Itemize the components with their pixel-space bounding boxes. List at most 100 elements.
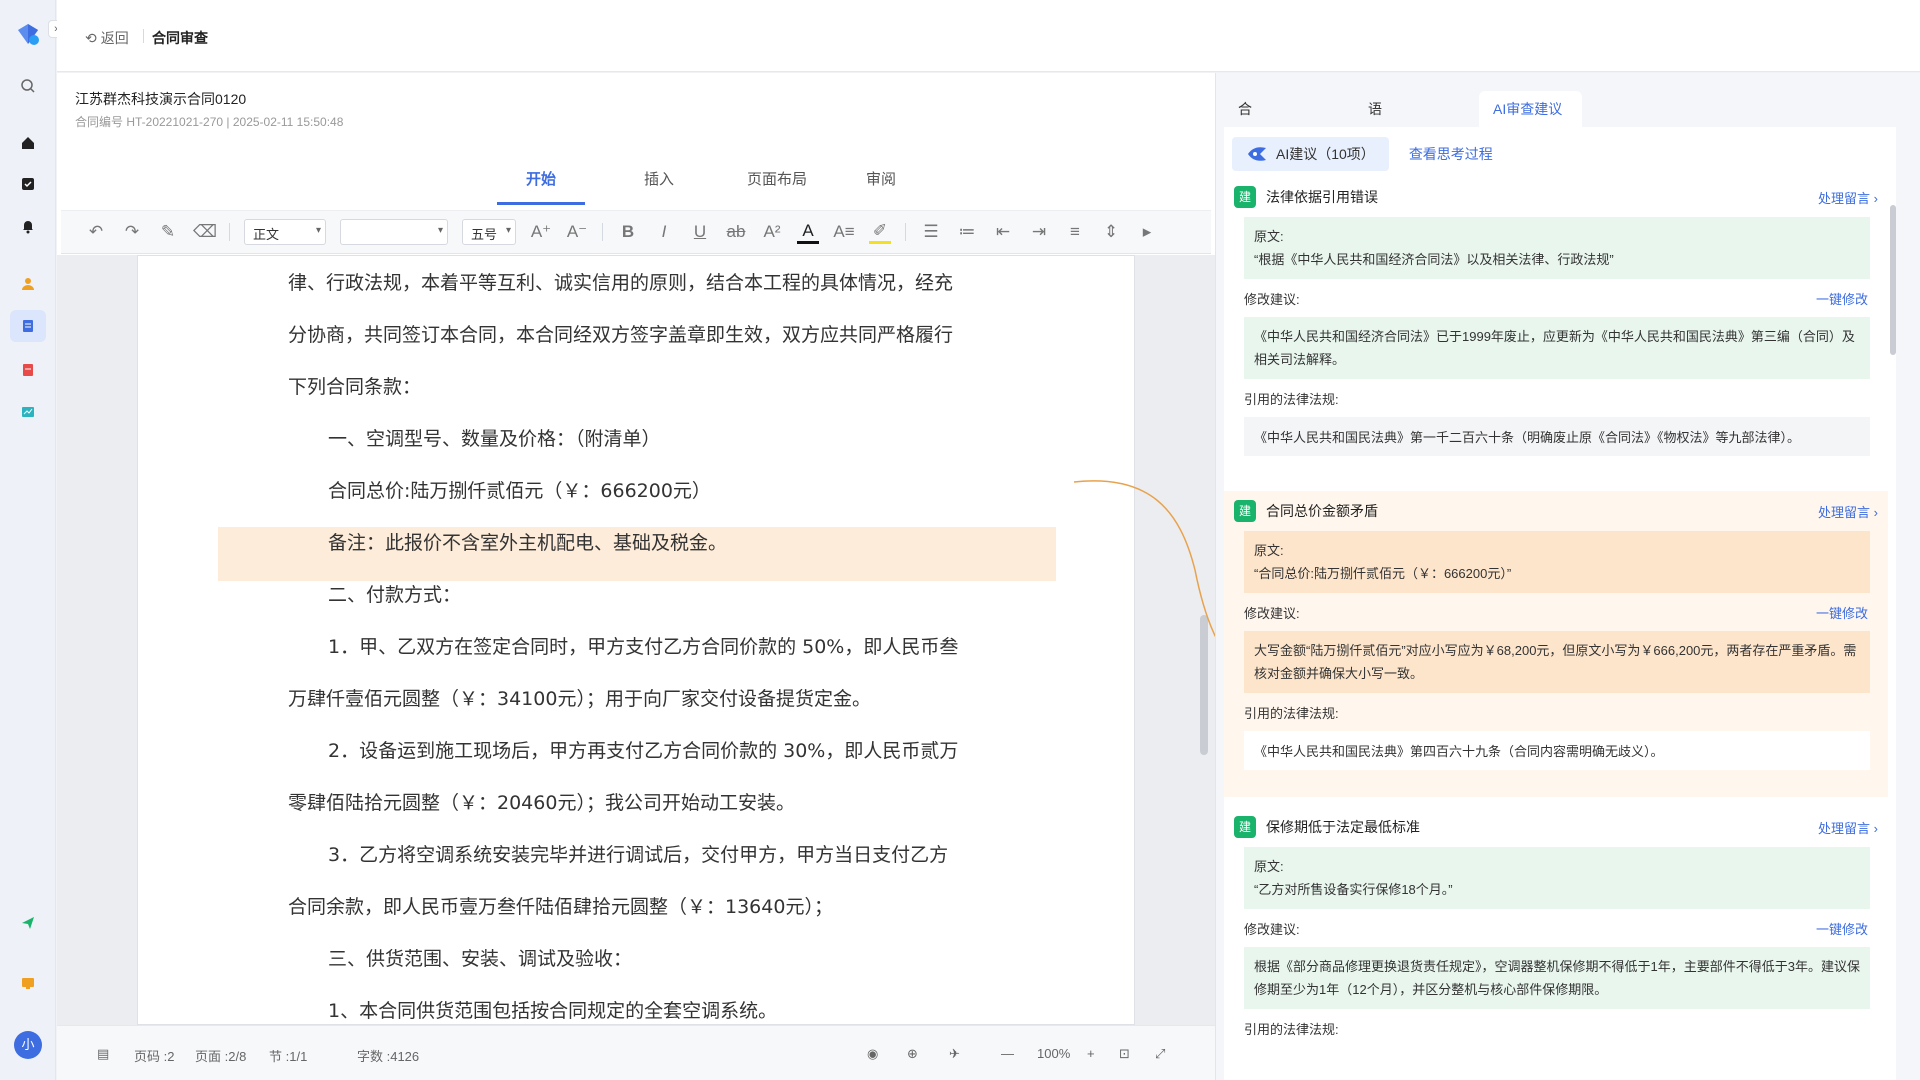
font-shrink-icon[interactable]: A⁻	[566, 222, 588, 242]
more-tools-icon[interactable]: ▸	[1136, 222, 1158, 242]
app-logo-icon[interactable]	[14, 20, 42, 48]
tab-insert[interactable]: 插入	[615, 165, 703, 205]
ai-panel-scrollbar[interactable]	[1890, 205, 1896, 355]
format-painter-icon[interactable]: ✎	[157, 222, 179, 242]
zoom-level: 100%	[1037, 1046, 1071, 1061]
read-mode-icon[interactable]: ◉	[867, 1046, 878, 1062]
law-label: 引用的法律法规:	[1244, 705, 1339, 721]
underline-icon[interactable]: U	[689, 222, 711, 242]
original-text: “根据《中华人民共和国经济合同法》以及相关法律、行政法规”	[1254, 252, 1614, 267]
document-page[interactable]: 律、行政法规，本着平等互利、诚实信用的原则，结合本工程的具体情况，经充 分协商，…	[137, 255, 1135, 1025]
eraser-icon[interactable]: ⌫	[193, 222, 217, 242]
suggestion-badge: 建	[1234, 500, 1256, 522]
app-sidebar: › 小	[0, 0, 64, 1080]
italic-icon[interactable]: I	[653, 222, 675, 242]
top-bar: ⟲ 返回 合同审查	[57, 0, 1920, 72]
pin-icon[interactable]: ✈	[949, 1046, 960, 1062]
ai-count-label: AI建议（10项）	[1276, 146, 1375, 162]
handle-comment-label: 处理留言	[1818, 820, 1871, 836]
law-label: 引用的法律法规:	[1244, 391, 1339, 407]
strikethrough-icon[interactable]: ab	[725, 222, 747, 242]
bell-icon[interactable]	[16, 214, 40, 238]
page-title: 合同审查	[152, 30, 208, 46]
send-icon[interactable]	[16, 911, 40, 935]
suggestion-title: 法律依据引用错误	[1266, 189, 1378, 205]
font-select[interactable]	[340, 219, 448, 245]
handle-comment-link[interactable]: 处理留言 ›	[1818, 818, 1878, 837]
zoom-in-icon[interactable]: +	[1087, 1046, 1095, 1061]
tab-grammar-review[interactable]: 语法语义审查	[1354, 91, 1396, 297]
suggestion-card-selected[interactable]: 建 合同总价金额矛盾 处理留言 › 原文: “合同总价:陆万捌仟贰佰元（￥：66…	[1224, 491, 1888, 797]
chevron-right-icon: ›	[1873, 190, 1878, 206]
one-click-fix-button[interactable]: 一键修改	[1816, 603, 1868, 622]
ai-count-badge[interactable]: AI建议（10项）	[1232, 137, 1389, 171]
paragraph: 下列合同条款：	[288, 376, 422, 398]
line-spacing-icon[interactable]: ⇕	[1100, 222, 1122, 242]
suggestion-card[interactable]: 建 法律依据引用错误 处理留言 › 原文: “根据《中华人民共和国经济合同法》以…	[1224, 177, 1888, 456]
tab-ai-suggestions[interactable]: AI审查建议	[1479, 91, 1582, 127]
indent-decrease-icon[interactable]: ⇤	[992, 222, 1014, 242]
suggestion-label-row: 修改建议: 一键修改	[1234, 909, 1878, 947]
notice-icon[interactable]	[16, 971, 40, 995]
undo-icon[interactable]: ↶	[85, 222, 107, 242]
align-icon[interactable]: ≡	[1064, 222, 1086, 242]
document-meta: 合同编号 HT-20221021-270 | 2025-02-11 15:50:…	[75, 115, 344, 129]
format-toolbar: ↶ ↷ ✎ ⌫ 正文 五号 A⁺ A⁻ B I U ab A² A A≡ ✐ ☰…	[61, 210, 1211, 254]
tab-review[interactable]: 审阅	[849, 165, 913, 205]
original-text-box: 原文: “乙方对所售设备实行保修18个月。”	[1244, 847, 1870, 909]
bold-icon[interactable]: B	[617, 222, 639, 242]
highlight-icon[interactable]: ✐	[869, 221, 891, 244]
task-icon[interactable]	[16, 172, 40, 196]
indent-increase-icon[interactable]: ⇥	[1028, 222, 1050, 242]
one-click-fix-button[interactable]: 一键修改	[1816, 919, 1868, 938]
back-button[interactable]: ⟲ 返回	[85, 28, 129, 48]
suggestion-text: 大写金额“陆万捌仟贰佰元”对应小写应为￥68,200元，但原文小写为￥666,2…	[1244, 631, 1870, 693]
report-icon[interactable]	[16, 400, 40, 424]
back-label: 返回	[100, 30, 129, 46]
original-label: 原文:	[1254, 859, 1284, 874]
numbered-list-icon[interactable]: ≔	[956, 222, 978, 242]
web-view-icon[interactable]: ⊕	[907, 1046, 918, 1062]
law-text: 《中华人民共和国民法典》第四百六十九条（合同内容需明确无歧义）。	[1244, 731, 1870, 770]
style-select[interactable]: 正文	[244, 219, 326, 245]
contract-review-icon[interactable]	[10, 310, 46, 342]
suggestion-title: 保修期低于法定最低标准	[1266, 819, 1420, 835]
document-name: 江苏群杰科技演示合同0120	[75, 91, 247, 107]
font-color-icon[interactable]: A	[797, 221, 819, 244]
tab-business-review[interactable]: 合同业务审查	[1224, 91, 1266, 297]
paragraph: 三、供货范围、安装、调试及验收：	[328, 948, 633, 970]
tab-start[interactable]: 开始	[497, 165, 585, 205]
avatar[interactable]: 小	[14, 1031, 42, 1059]
original-label: 原文:	[1254, 543, 1284, 558]
redo-icon[interactable]: ↷	[121, 222, 143, 242]
divider	[602, 223, 603, 241]
paragraph: 律、行政法规，本着平等互利、诚实信用的原则，结合本工程的具体情况，经充	[288, 272, 954, 294]
tab-page-layout[interactable]: 页面布局	[729, 165, 825, 205]
paragraph: 1、本合同供货范围包括按合同规定的全套空调系统。	[328, 1000, 778, 1022]
font-grow-icon[interactable]: A⁺	[530, 222, 552, 242]
bullet-list-icon[interactable]: ☰	[920, 222, 942, 242]
handle-comment-link[interactable]: 处理留言 ›	[1818, 502, 1878, 521]
outline-icon[interactable]: ▤	[97, 1046, 109, 1062]
home-icon[interactable]	[16, 131, 40, 155]
law-text: 《中华人民共和国民法典》第一千二百六十条（明确废止原《合同法》《物权法》等九部法…	[1244, 417, 1870, 456]
one-click-fix-button[interactable]: 一键修改	[1816, 289, 1868, 308]
fit-page-icon[interactable]: ⊡	[1119, 1046, 1130, 1062]
superscript-icon[interactable]: A²	[761, 222, 783, 242]
ai-suggestion-list: AI建议（10项） 查看思考过程 建 法律依据引用错误 处理留言 › 原文: “…	[1224, 127, 1896, 1080]
suggestion-card[interactable]: 建 保修期低于法定最低标准 处理留言 › 原文: “乙方对所售设备实行保修18个…	[1224, 807, 1888, 1047]
suggestion-badge: 建	[1234, 186, 1256, 208]
char-spacing-icon[interactable]: A≡	[833, 222, 855, 242]
original-text: “合同总价:陆万捌仟贰佰元（￥：666200元）”	[1254, 566, 1512, 581]
user-icon[interactable]	[16, 272, 40, 296]
view-thinking-link[interactable]: 查看思考过程	[1409, 144, 1493, 164]
search-icon[interactable]	[16, 74, 40, 98]
handle-comment-link[interactable]: 处理留言 ›	[1818, 188, 1878, 207]
font-size-select[interactable]: 五号	[462, 219, 516, 245]
document-icon[interactable]	[16, 358, 40, 382]
paragraph: 分协商，共同签订本合同，本合同经双方签字盖章即生效，双方应共同严格履行	[288, 324, 954, 346]
page-code: 页码 :2	[134, 1049, 175, 1064]
suggestion-label-row: 修改建议: 一键修改	[1234, 593, 1878, 631]
zoom-out-icon[interactable]: —	[1001, 1046, 1014, 1061]
fullscreen-icon[interactable]: ⤢	[1155, 1046, 1165, 1062]
